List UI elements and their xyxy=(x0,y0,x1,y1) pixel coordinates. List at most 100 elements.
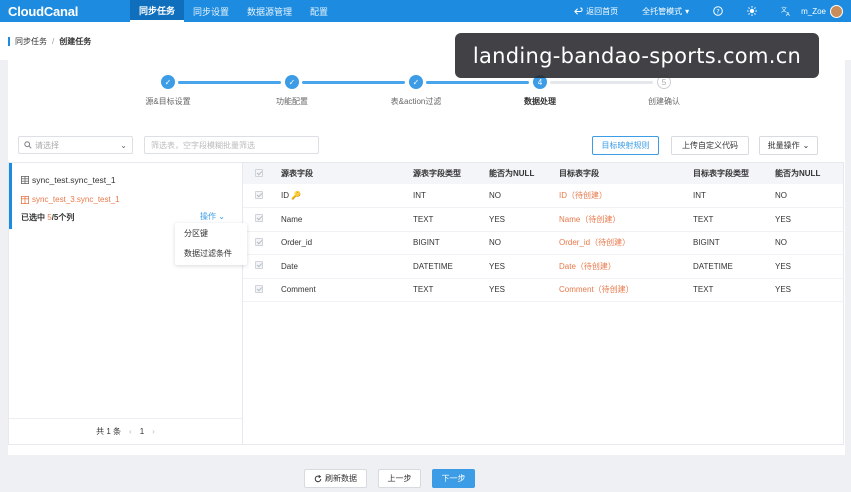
back-icon xyxy=(574,6,583,15)
step-connector-2 xyxy=(302,81,405,84)
next-page-icon[interactable]: › xyxy=(152,427,155,436)
filter-input[interactable]: 筛选表，空字段模糊批量筛选 xyxy=(144,136,319,154)
mapping-rule-button[interactable]: 目标映射规则 xyxy=(592,136,659,155)
total-count: 共 1 条 xyxy=(96,427,122,436)
svg-text:?: ? xyxy=(716,8,719,16)
step-connector-1 xyxy=(178,81,281,84)
row-checkbox[interactable] xyxy=(243,254,281,279)
source-type: TEXT xyxy=(413,207,489,232)
mode-label: 全托管模式 xyxy=(642,6,683,16)
col-header-source-field: 源表字段 xyxy=(281,163,413,184)
help-button[interactable]: ? xyxy=(701,0,735,22)
breadcrumb-separator: / xyxy=(52,36,55,46)
nav-item-sync-settings[interactable]: 同步设置 xyxy=(184,0,238,22)
source-field: Comment xyxy=(281,278,413,302)
row-checkbox[interactable] xyxy=(243,231,281,255)
chevron-down-icon: ▾ xyxy=(685,6,690,16)
target-field[interactable]: Order_id（待创建） xyxy=(559,231,693,255)
back-home-label: 返回首页 xyxy=(586,6,619,16)
row-checkbox[interactable] xyxy=(243,207,281,232)
upload-code-button[interactable]: 上传自定义代码 xyxy=(671,136,749,155)
ops-dropdown-trigger[interactable]: 操作 ⌄ xyxy=(200,211,225,222)
nav-item-config[interactable]: 配置 xyxy=(301,0,337,22)
language-button[interactable]: 文A xyxy=(769,0,795,22)
avatar[interactable] xyxy=(830,4,843,18)
table-row: Order_id BIGINT NO Order_id（待创建） BIGINT … xyxy=(243,231,843,255)
target-null: YES xyxy=(775,254,843,279)
target-type: BIGINT xyxy=(693,231,775,255)
table-header-row: 源表字段 源表字段类型 能否为NULL 目标表字段 目标表字段类型 能否为NUL… xyxy=(243,163,843,184)
source-type: INT xyxy=(413,184,489,208)
col-header-source-null: 能否为NULL xyxy=(489,163,559,184)
source-table-name: sync_test.sync_test_1 xyxy=(32,175,116,185)
target-field[interactable]: Name（待创建） xyxy=(559,207,693,232)
target-table-name: sync_test_3.sync_test_1 xyxy=(32,195,120,204)
source-type: DATETIME xyxy=(413,254,489,279)
menu-item-data-filter[interactable]: 数据过滤条件 xyxy=(175,243,247,263)
source-type: TEXT xyxy=(413,278,489,302)
row-checkbox[interactable] xyxy=(243,184,281,208)
step-2-label: 功能配置 xyxy=(276,97,308,106)
table-row: Date DATETIME YES Date（待创建） DATETIME YES xyxy=(243,254,843,279)
target-null: NO xyxy=(775,231,843,255)
source-null: NO xyxy=(489,231,559,255)
target-field[interactable]: Date（待创建） xyxy=(559,254,693,279)
next-step-button[interactable]: 下一步 xyxy=(432,469,475,488)
refresh-data-button[interactable]: 刷新数据 xyxy=(304,469,367,488)
step-progress: ✓ 源&目标设置 ✓ 功能配置 ✓ 表&action过滤 4 数据处理 5 创建… xyxy=(8,72,845,112)
source-null: NO xyxy=(489,184,559,208)
prev-page-icon[interactable]: ‹ xyxy=(129,427,132,436)
batch-ops-label: 批量操作 xyxy=(767,141,800,150)
watermark: landing-bandao-sports.com.cn xyxy=(455,33,819,78)
chevron-down-icon: ⌄ xyxy=(802,141,810,150)
source-field: Date xyxy=(281,254,413,279)
nav-item-sync-tasks[interactable]: 同步任务 xyxy=(130,0,185,22)
pagination: 共 1 条 ‹ 1 › xyxy=(9,418,242,444)
help-icon: ? xyxy=(713,6,723,16)
step-3-label: 表&action过滤 xyxy=(390,97,442,106)
breadcrumb-parent[interactable]: 同步任务 xyxy=(15,36,47,47)
app-logo[interactable]: CloudCanal xyxy=(0,4,130,19)
user-menu[interactable]: m_Zoe xyxy=(795,0,828,22)
primary-key-icon: 🔑 xyxy=(291,191,301,200)
table-row: Comment TEXT YES Comment（待创建） TEXT YES xyxy=(243,278,843,302)
prev-step-button[interactable]: 上一步 xyxy=(378,469,421,488)
chevron-down-icon: ⌄ xyxy=(218,212,225,221)
table-row: Name TEXT YES Name（待创建） TEXT YES xyxy=(243,207,843,232)
batch-ops-button[interactable]: 批量操作 ⌄ xyxy=(759,136,818,155)
menu-item-partition-key[interactable]: 分区键 xyxy=(175,223,247,243)
table-select[interactable]: 请选择 ⌄ xyxy=(18,136,133,154)
source-field: Name xyxy=(281,207,413,232)
svg-text:A: A xyxy=(786,12,790,16)
bottom-action-bar: 刷新数据 上一步 下一步 xyxy=(0,462,851,492)
target-field[interactable]: Comment（待创建） xyxy=(559,278,693,302)
source-type: BIGINT xyxy=(413,231,489,255)
target-field[interactable]: ID（待创建） xyxy=(559,184,693,208)
target-null: NO xyxy=(775,184,843,208)
select-all-checkbox[interactable] xyxy=(243,163,281,184)
step-1-label: 源&目标设置 xyxy=(145,97,191,106)
step-2-done-icon: ✓ xyxy=(285,75,299,89)
theme-button[interactable] xyxy=(735,0,769,22)
source-null: YES xyxy=(489,278,559,302)
ops-label: 操作 xyxy=(200,212,216,221)
back-home-link[interactable]: 返回首页 xyxy=(562,0,630,22)
nav-item-datasource[interactable]: 数据源管理 xyxy=(238,0,301,22)
sun-icon xyxy=(747,6,758,16)
target-type: TEXT xyxy=(693,207,775,232)
target-type: TEXT xyxy=(693,278,775,302)
toolbar: 请选择 ⌄ 筛选表，空字段模糊批量筛选 目标映射规则 上传自定义代码 批量操作 … xyxy=(8,134,845,156)
page-number[interactable]: 1 xyxy=(140,427,144,436)
target-type: DATETIME xyxy=(693,254,775,279)
list-item[interactable]: sync_test.sync_test_1 sync_test_3.sync_t… xyxy=(9,163,242,229)
step-connector-4 xyxy=(550,81,653,84)
table-list-panel: sync_test.sync_test_1 sync_test_3.sync_t… xyxy=(8,162,243,445)
step-connector-3 xyxy=(426,81,529,84)
row-checkbox[interactable] xyxy=(243,278,281,302)
source-table-row: sync_test.sync_test_1 xyxy=(21,175,116,185)
col-header-source-type: 源表字段类型 xyxy=(413,163,489,184)
breadcrumb-current: 创建任务 xyxy=(59,36,92,46)
mode-dropdown[interactable]: 全托管模式 ▾ xyxy=(630,0,701,22)
target-null: YES xyxy=(775,207,843,232)
search-icon xyxy=(24,141,32,149)
